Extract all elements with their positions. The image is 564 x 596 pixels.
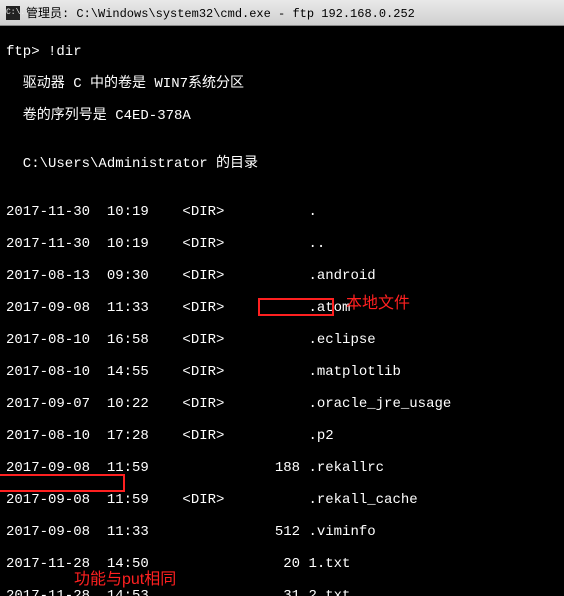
cmd-window: C:\. 管理员: C:\Windows\system32\cmd.exe - … — [0, 0, 564, 596]
output-line: C:\Users\Administrator 的目录 — [6, 156, 558, 172]
dir-row: 2017-08-13 09:30 <DIR> .android — [6, 268, 558, 284]
output-line: 驱动器 C 中的卷是 WIN7系统分区 — [6, 76, 558, 92]
cmd-icon: C:\. — [6, 6, 20, 20]
dir-row: 2017-08-10 14:55 <DIR> .matplotlib — [6, 364, 558, 380]
annotation-label-local-file: 本地文件 — [346, 296, 410, 312]
dir-row: 2017-11-30 10:19 <DIR> .. — [6, 236, 558, 252]
dir-row: 2017-09-08 11:33 512 .viminfo — [6, 524, 558, 540]
dir-row: 2017-11-28 14:50 20 1.txt — [6, 556, 558, 572]
window-title: 管理员: C:\Windows\system32\cmd.exe - ftp 1… — [26, 4, 415, 21]
annotation-box-local-file — [258, 298, 334, 316]
dir-row: 2017-08-10 16:58 <DIR> .eclipse — [6, 332, 558, 348]
annotation-label-put-equiv: 功能与put相同 — [74, 572, 176, 588]
annotation-box-send-cmd — [0, 474, 125, 492]
output-line: 卷的序列号是 C4ED-378A — [6, 108, 558, 124]
prompt-line: ftp> !dir — [6, 44, 558, 60]
dir-row: 2017-09-07 10:22 <DIR> .oracle_jre_usage — [6, 396, 558, 412]
dir-row: 2017-11-30 10:19 <DIR> . — [6, 204, 558, 220]
terminal-area[interactable]: ftp> !dir 驱动器 C 中的卷是 WIN7系统分区 卷的序列号是 C4E… — [0, 26, 564, 596]
titlebar[interactable]: C:\. 管理员: C:\Windows\system32\cmd.exe - … — [0, 0, 564, 26]
dir-row: 2017-11-28 14:53 31 2.txt — [6, 588, 558, 596]
dir-row: 2017-09-08 11:59 <DIR> .rekall_cache — [6, 492, 558, 508]
dir-row: 2017-08-10 17:28 <DIR> .p2 — [6, 428, 558, 444]
